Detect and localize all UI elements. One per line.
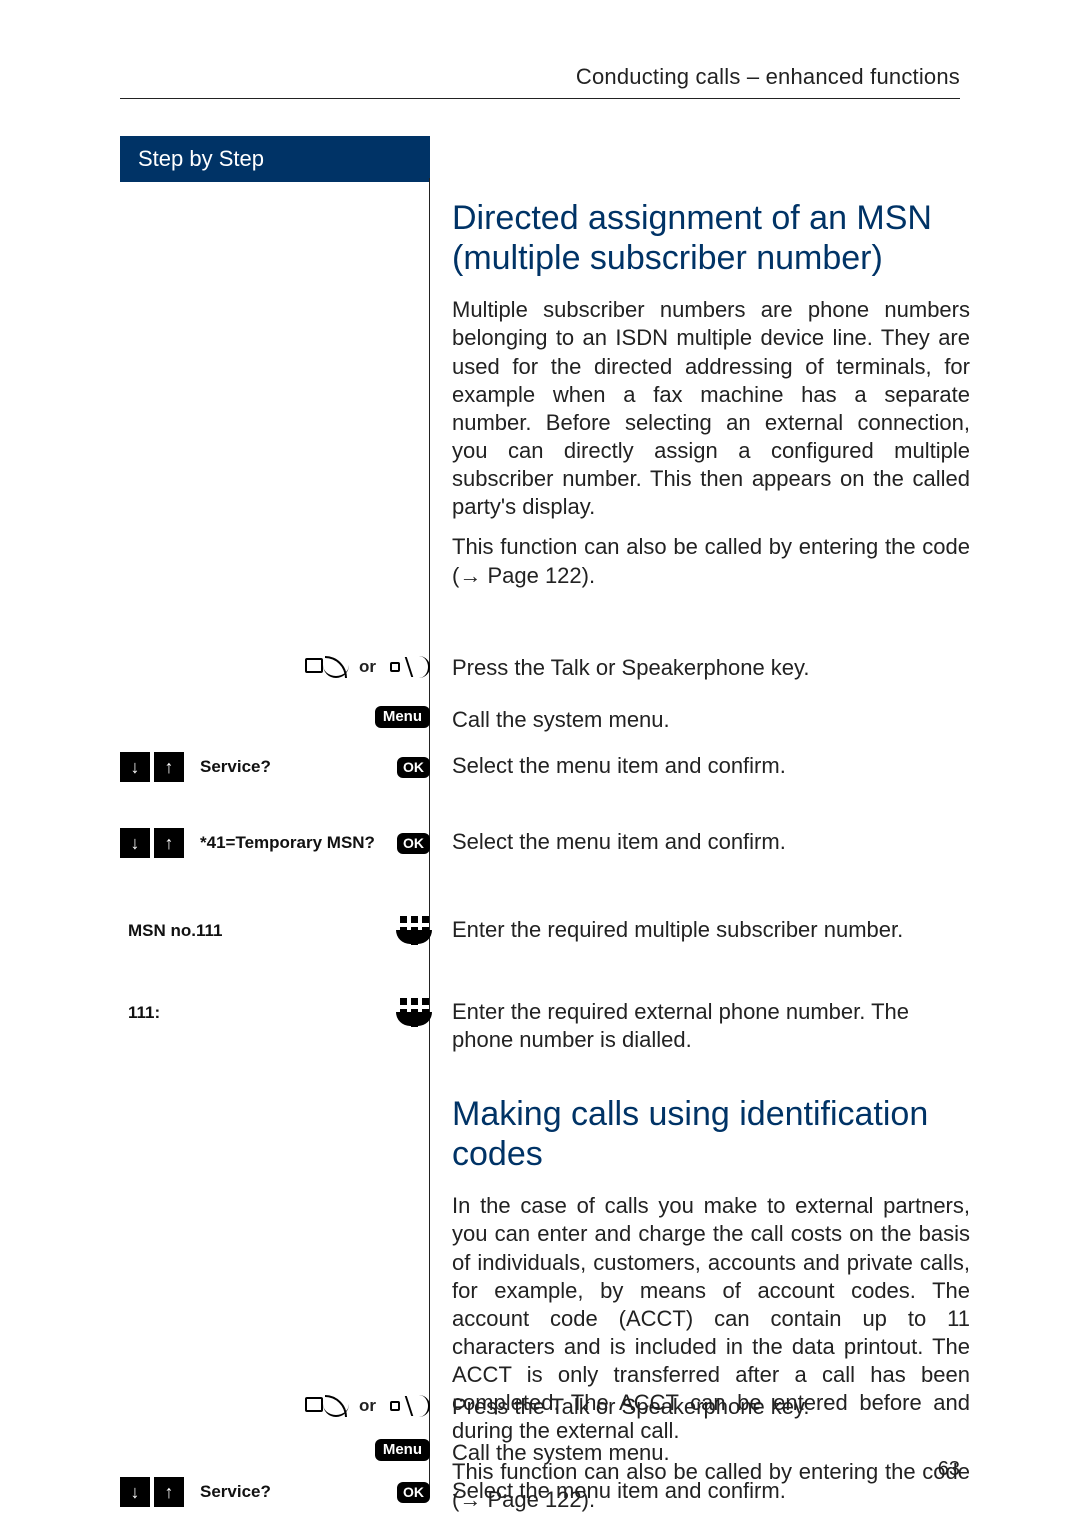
down-arrow-key[interactable]: ↓ [120, 1477, 150, 1507]
step-text: Call the system menu. [452, 706, 970, 734]
menu-key[interactable]: Menu [375, 1439, 430, 1461]
step-row-tempmsn: ↓ ↑ *41=Temporary MSN? OK Select the men… [120, 828, 970, 858]
header-rule [120, 98, 960, 99]
display-label-tempmsn: *41=Temporary MSN? [200, 833, 375, 852]
display-label-msnno: MSN no.111 [128, 921, 222, 940]
step-text: Enter the required external phone number… [452, 998, 970, 1054]
step-row-menu-1: Menu Call the system menu. [120, 706, 970, 734]
keypad-icon[interactable] [400, 916, 430, 946]
or-label: or [359, 657, 376, 677]
step-row-service-1: ↓ ↑ Service? OK Select the menu item and… [120, 752, 970, 782]
step-row-talk-2: or Press the Talk or Speakerphone key. [120, 1393, 970, 1421]
ok-key[interactable]: OK [397, 1482, 430, 1503]
arrow-right-icon: → [459, 563, 487, 588]
step-text: Press the Talk or Speakerphone key. [452, 1393, 970, 1421]
step-by-step-block: Step by Step [120, 136, 430, 182]
section1-p1: Multiple subscriber numbers are phone nu… [452, 296, 970, 521]
step-text: Select the menu item and confirm. [452, 828, 970, 856]
section-heading-ident: Making calls using identification codes [452, 1094, 970, 1174]
ok-key[interactable]: OK [397, 833, 430, 854]
up-arrow-key[interactable]: ↑ [154, 828, 184, 858]
display-label-service: Service? [200, 757, 271, 776]
step-by-step-title: Step by Step [120, 136, 430, 182]
page-ref-link[interactable]: Page 122 [487, 563, 581, 588]
running-head: Conducting calls – enhanced functions [120, 64, 960, 90]
step-text: Enter the required multiple subscriber n… [452, 916, 970, 944]
section-heading-msn: Directed assignment of an MSN (multiple … [452, 198, 970, 278]
display-label-dial: 111: [128, 1003, 160, 1022]
talk-key-icon[interactable] [305, 1393, 351, 1419]
step-row-dial: 111: Enter the required external phone n… [120, 998, 970, 1054]
step-text: Press the Talk or Speakerphone key. [452, 654, 970, 682]
step-row-msnno: MSN no.111 Enter the required multiple s… [120, 916, 970, 946]
step-text: Select the menu item and confirm. [452, 1477, 970, 1505]
menu-key[interactable]: Menu [375, 706, 430, 728]
or-label: or [359, 1396, 376, 1416]
step-row-menu-2: Menu Call the system menu. [120, 1439, 970, 1467]
ok-key[interactable]: OK [397, 757, 430, 778]
talk-key-icon[interactable] [305, 654, 351, 680]
step-row-talk-1: or Press the Talk or Speakerphone key. [120, 654, 970, 682]
step-row-service-2: ↓ ↑ Service? OK Select the menu item and… [120, 1477, 970, 1507]
section1-p2: This function can also be called by ente… [452, 533, 970, 589]
keypad-icon[interactable] [400, 998, 430, 1028]
speakerphone-key-icon[interactable] [384, 654, 430, 680]
up-arrow-key[interactable]: ↑ [154, 1477, 184, 1507]
display-label-service: Service? [200, 1482, 271, 1501]
down-arrow-key[interactable]: ↓ [120, 752, 150, 782]
page-number: 63 [938, 1458, 960, 1481]
down-arrow-key[interactable]: ↓ [120, 828, 150, 858]
step-text: Select the menu item and confirm. [452, 752, 970, 780]
up-arrow-key[interactable]: ↑ [154, 752, 184, 782]
speakerphone-key-icon[interactable] [384, 1393, 430, 1419]
step-text: Call the system menu. [452, 1439, 970, 1467]
